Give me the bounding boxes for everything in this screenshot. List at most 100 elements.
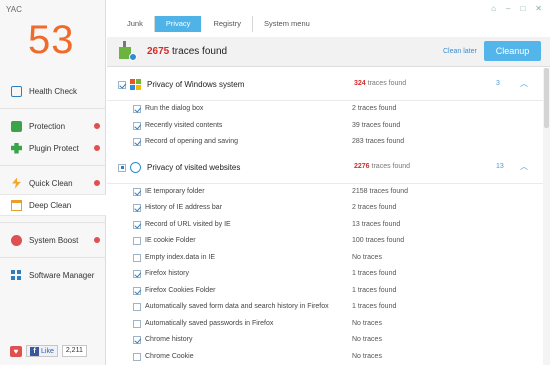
- list-item[interactable]: Automatically saved passwords in Firefox…: [107, 316, 543, 333]
- list-item[interactable]: Chrome history No traces: [107, 332, 543, 349]
- tab-junk[interactable]: Junk: [116, 16, 155, 32]
- list-item[interactable]: Recently visited contents 39 traces found: [107, 118, 543, 135]
- item-checkbox[interactable]: [133, 187, 141, 196]
- item-checkbox[interactable]: [133, 336, 141, 344]
- item-label: Record of URL visited by IE: [145, 220, 231, 228]
- sidebar-item-quick-clean[interactable]: Quick Clean: [0, 172, 106, 194]
- item-label: Run the dialog box: [145, 105, 204, 112]
- alert-dot: [94, 145, 100, 151]
- sidebar-item-label: System Boost: [29, 235, 79, 245]
- item-label: Firefox history: [145, 270, 189, 277]
- windows-icon: [130, 79, 141, 90]
- item-checkbox[interactable]: [133, 121, 141, 130]
- facebook-like-button[interactable]: f Like: [26, 345, 58, 357]
- section-item-count: 3: [496, 80, 500, 87]
- item-checkbox[interactable]: [133, 220, 141, 229]
- grid-icon: [11, 269, 22, 281]
- broom-icon: [119, 41, 139, 63]
- item-checkbox[interactable]: [133, 105, 141, 113]
- sidebar-item-label: Deep Clean: [29, 200, 72, 210]
- item-label: Empty index.data in IE: [145, 253, 216, 261]
- item-value: No traces: [352, 253, 382, 261]
- item-label: Recently visited contents: [145, 121, 223, 129]
- sidebar: YAC 53 Health Check Protection Plugin Pr…: [0, 0, 106, 365]
- monitor-icon: [11, 85, 22, 97]
- item-checkbox[interactable]: [133, 253, 141, 262]
- list-item[interactable]: Record of URL visited by IE 13 traces fou…: [107, 217, 543, 234]
- section-title: Privacy of visited websites: [147, 162, 241, 172]
- tab-bar: Junk Privacy Registry System menu: [116, 16, 321, 32]
- item-checkbox[interactable]: [133, 286, 141, 295]
- list-item[interactable]: IE temporary folder 2158 traces found: [107, 184, 543, 201]
- sidebar-item-health-check[interactable]: Health Check: [0, 80, 106, 102]
- total-traces: 2675 traces found: [147, 46, 227, 57]
- chevron-up-icon[interactable]: ︿: [520, 161, 528, 172]
- sidebar-item-deep-clean[interactable]: Deep Clean: [0, 194, 106, 216]
- section-websites-privacy[interactable]: Privacy of visited websites 2276 traces …: [107, 151, 543, 184]
- item-value: No traces: [352, 319, 382, 327]
- close-button[interactable]: ✕: [535, 4, 542, 13]
- item-label: Record of opening and saving: [145, 138, 239, 145]
- minimize-button[interactable]: –: [506, 4, 510, 13]
- sidebar-item-label: Quick Clean: [29, 178, 73, 188]
- item-checkbox[interactable]: [133, 204, 141, 212]
- heart-icon[interactable]: ♥: [10, 345, 22, 357]
- list-item[interactable]: History of IE address bar 2 traces found: [107, 200, 543, 217]
- section-windows-privacy[interactable]: Privacy of Windows system 324 traces fou…: [107, 68, 543, 101]
- total-count: 2675: [147, 46, 170, 57]
- list-item[interactable]: Automatically saved form data and search…: [107, 299, 543, 316]
- section-checkbox[interactable]: [118, 81, 126, 89]
- item-value: 2158 traces found: [352, 187, 409, 195]
- item-label: IE temporary folder: [145, 187, 205, 195]
- list-item[interactable]: IE cookie Folder 100 traces found: [107, 233, 543, 250]
- scrollbar-thumb[interactable]: [544, 68, 549, 128]
- sidebar-item-system-boost[interactable]: System Boost: [0, 229, 106, 251]
- item-label: History of IE address bar: [145, 204, 223, 211]
- item-checkbox[interactable]: [133, 237, 141, 245]
- item-value: No traces: [352, 352, 382, 360]
- section-title: Privacy of Windows system: [147, 80, 245, 89]
- list-item[interactable]: Record of opening and saving 283 traces f…: [107, 134, 543, 151]
- section-count: 324 traces found: [354, 80, 407, 87]
- list-item[interactable]: Run the dialog box 2 traces found: [107, 101, 543, 118]
- list-item[interactable]: Chrome Cookie No traces: [107, 349, 543, 365]
- sidebar-item-label: Software Manager: [29, 270, 95, 280]
- item-checkbox[interactable]: [133, 319, 141, 328]
- results-list: Privacy of Windows system 324 traces fou…: [107, 68, 543, 365]
- cleanup-button[interactable]: Cleanup: [484, 41, 541, 61]
- pin-icon[interactable]: ⌂: [491, 4, 496, 13]
- tab-registry[interactable]: Registry: [202, 16, 253, 32]
- item-checkbox[interactable]: [133, 138, 141, 146]
- alert-dot: [94, 123, 100, 129]
- scrollbar[interactable]: [543, 68, 550, 365]
- chevron-up-icon[interactable]: ︿: [520, 78, 528, 89]
- list-item[interactable]: Empty index.data in IE No traces: [107, 250, 543, 267]
- tab-privacy[interactable]: Privacy: [154, 16, 202, 32]
- item-checkbox[interactable]: [133, 303, 141, 311]
- like-label: Like: [41, 347, 54, 355]
- app-title: YAC: [6, 5, 22, 14]
- list-item[interactable]: Firefox history 1 traces found: [107, 266, 543, 283]
- item-checkbox[interactable]: [133, 270, 141, 278]
- sidebar-item-protection[interactable]: Protection: [0, 115, 106, 137]
- divider: [0, 165, 106, 166]
- divider: [0, 108, 106, 109]
- rocket-icon: [11, 234, 22, 246]
- health-score: 53: [28, 18, 75, 62]
- item-label: Chrome Cookie: [145, 352, 194, 360]
- list-item[interactable]: Firefox Cookies Folder 1 traces found: [107, 283, 543, 300]
- section-checkbox[interactable]: [118, 163, 126, 172]
- item-label: Chrome history: [145, 336, 193, 343]
- sidebar-item-label: Plugin Protect: [29, 143, 79, 153]
- maximize-button[interactable]: □: [520, 4, 525, 13]
- results-header: 2675 traces found Clean later Cleanup: [107, 37, 550, 67]
- item-value: 1 traces found: [352, 286, 397, 294]
- sidebar-item-label: Health Check: [29, 86, 78, 96]
- item-checkbox[interactable]: [133, 352, 141, 361]
- clean-later-link[interactable]: Clean later: [443, 48, 477, 55]
- item-value: 283 traces found: [352, 138, 405, 145]
- total-suffix: traces found: [169, 46, 228, 57]
- tab-system-menu[interactable]: System menu: [253, 16, 321, 32]
- sidebar-item-software-manager[interactable]: Software Manager: [0, 264, 106, 286]
- sidebar-item-plugin-protect[interactable]: Plugin Protect: [0, 137, 106, 159]
